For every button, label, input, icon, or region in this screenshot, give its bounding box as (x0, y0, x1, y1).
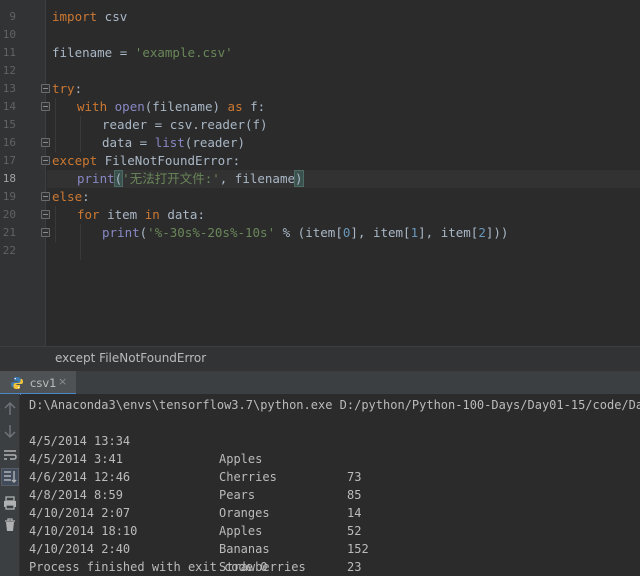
trash-icon[interactable] (1, 516, 19, 534)
run-tab-label: csv1 (30, 376, 57, 390)
console-output-row: 4/5/2014 3:41 Cherries 85 (29, 432, 629, 502)
console-toolbar (0, 394, 20, 576)
line-number: 10 (2, 28, 16, 41)
console-command-line: D:\Anaconda3\envs\tensorflow3.7\python.e… (29, 398, 640, 412)
code-line-16: data = list(reader) (102, 135, 246, 150)
console-output-row: 4/10/2014 2:07 Apples 152 (29, 486, 629, 556)
code-line-15: reader = csv.reader(f) (102, 117, 268, 132)
code-line-17: except FileNotFoundError: (52, 153, 241, 168)
console-output-row: 4/8/2014 8:59 Oranges 52 (29, 468, 629, 538)
python-icon (11, 377, 23, 389)
up-arrow-icon[interactable] (1, 400, 19, 418)
scroll-to-end-icon[interactable] (1, 468, 19, 486)
indent-guide (80, 224, 81, 260)
soft-wrap-icon[interactable] (1, 446, 19, 464)
indent-guide (55, 98, 56, 152)
breadcrumb-item[interactable]: except FileNotFoundError (55, 351, 206, 365)
run-tab-csv1[interactable]: csv1 × (0, 371, 76, 395)
indent-guide (80, 116, 81, 152)
close-tab-icon[interactable]: × (58, 375, 67, 388)
down-arrow-icon[interactable] (1, 422, 19, 440)
run-tab-bar: csv1 × (0, 370, 640, 395)
code-editor[interactable]: 9 10 11 12 13 14 15 16 17 18 19 20 21 22… (0, 0, 640, 346)
indent-guide (55, 206, 56, 242)
code-line-11: filename = 'example.csv' (52, 45, 233, 60)
code-line-14: with open(filename) as f: (77, 99, 266, 114)
code-line-19: else: (52, 189, 90, 204)
code-line-20: for item in data: (77, 207, 205, 222)
code-line-18: print('无法打开文件:', filename) (77, 170, 304, 187)
line-number: 17 (2, 154, 16, 167)
row-qty: 23 (347, 560, 362, 574)
console-output-row: 4/10/2014 2:40 Strawberries 98 (29, 522, 629, 574)
console-output-row: 4/10/2014 18:10 Bananas 23 (29, 504, 629, 574)
fold-marker-icon[interactable] (41, 138, 50, 147)
line-number: 15 (2, 118, 16, 131)
fold-marker-icon[interactable] (41, 84, 50, 93)
fold-marker-icon[interactable] (41, 102, 50, 111)
line-number: 11 (2, 46, 16, 59)
line-number: 22 (2, 244, 16, 257)
row-fruit: Bananas (219, 542, 270, 556)
console-exit-message: Process finished with exit code 0 (29, 560, 268, 574)
line-number: 13 (2, 82, 16, 95)
line-number: 16 (2, 136, 16, 149)
console-output-row: 4/6/2014 12:46 Pears 14 (29, 450, 629, 520)
line-number: 12 (2, 64, 16, 77)
print-icon[interactable] (1, 494, 19, 512)
line-number-current: 18 (2, 172, 16, 185)
fold-marker-icon[interactable] (41, 192, 50, 201)
line-number: 9 (9, 10, 16, 23)
code-line-13: try: (52, 81, 83, 96)
run-console[interactable]: D:\Anaconda3\envs\tensorflow3.7\python.e… (21, 394, 640, 576)
line-number: 21 (2, 226, 16, 239)
fold-marker-icon[interactable] (41, 228, 50, 237)
fold-marker-icon[interactable] (41, 156, 50, 165)
row-date: 4/10/2014 2:40 (29, 542, 131, 556)
fold-marker-icon[interactable] (41, 210, 50, 219)
row-qty: 152 (347, 542, 369, 556)
line-number: 20 (2, 208, 16, 221)
code-line-9: import csv (52, 9, 128, 24)
line-number-gutter: 9 10 11 12 13 14 15 16 17 18 19 20 21 22 (0, 0, 46, 346)
line-number: 14 (2, 100, 16, 113)
line-number: 19 (2, 190, 16, 203)
console-output-row: 4/5/2014 13:34 Apples 73 (29, 414, 629, 484)
code-line-21: print('%-30s%-20s%-10s' % (item[0], item… (102, 225, 509, 240)
breadcrumb[interactable]: except FileNotFoundError (0, 346, 640, 370)
